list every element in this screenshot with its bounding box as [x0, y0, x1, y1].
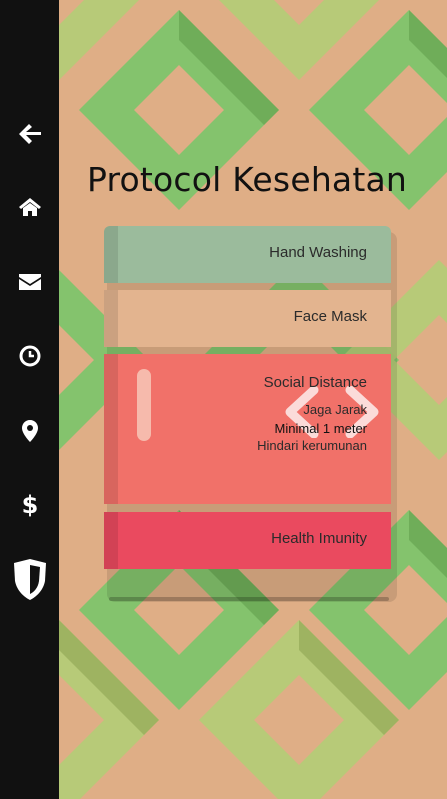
card-label: Health Imunity [271, 530, 367, 547]
protection-button[interactable] [0, 556, 59, 602]
map-marker-icon [21, 420, 38, 442]
card-spine [104, 226, 118, 283]
clock-icon [19, 345, 40, 367]
dollar-icon: $ [22, 492, 38, 518]
card-detail: Minimal 1 meter [274, 421, 367, 436]
card-spine [104, 512, 118, 569]
history-button[interactable] [0, 336, 59, 376]
home-icon [18, 198, 41, 216]
card-label: Face Mask [293, 308, 367, 325]
card-spine [104, 354, 118, 504]
payment-button[interactable]: $ [0, 485, 59, 525]
location-button[interactable] [0, 411, 59, 451]
envelope-icon [18, 274, 41, 290]
home-button[interactable] [0, 187, 59, 227]
card-face-mask[interactable]: Face Mask [104, 290, 391, 347]
back-button[interactable] [0, 114, 59, 154]
card-health-imunity[interactable]: Health Imunity [104, 512, 391, 569]
card-social-distance[interactable]: Social Distance Jaga Jarak Minimal 1 met… [104, 354, 391, 504]
sidebar: $ [0, 0, 59, 799]
card-detail: Hindari kerumunan [257, 438, 367, 453]
svg-text:$: $ [22, 492, 38, 518]
scroll-handle[interactable] [137, 369, 151, 441]
card-spine [104, 290, 118, 347]
card-stack-base [109, 597, 389, 601]
card-label: Social Distance [263, 374, 367, 391]
page-title: Protocol Kesehatan [86, 160, 408, 199]
card-hand-washing[interactable]: Hand Washing [104, 226, 391, 283]
card-detail: Jaga Jarak [303, 402, 367, 417]
arrow-left-icon [18, 124, 41, 144]
mail-button[interactable] [0, 262, 59, 302]
shield-icon [13, 559, 46, 600]
card-label: Hand Washing [269, 244, 367, 261]
